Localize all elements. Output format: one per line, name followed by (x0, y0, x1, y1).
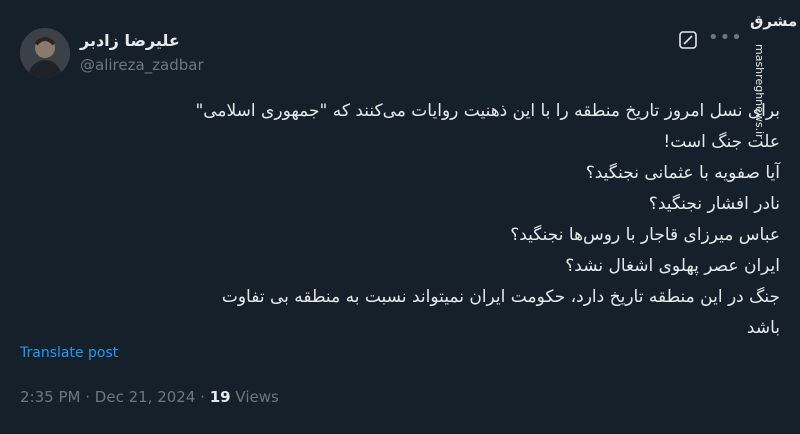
post-line: نادر افشار نجنگید؟ (648, 194, 780, 214)
post-line: جنگ در این منطقه تاریخ دارد، حکومت ایران… (221, 287, 780, 307)
meta-separator: · (200, 388, 205, 406)
post-line: برای نسل امروز تاریخ منطقه را با این ذهن… (195, 101, 780, 121)
post-line: ایران عصر پهلوی اشغال نشد؟ (565, 256, 780, 276)
views-count: 19 (209, 388, 231, 406)
tweet: علیرضا زادبر @alireza_zadbar ••• مشرق ma… (0, 0, 800, 434)
author-handle[interactable]: @alireza_zadbar (80, 56, 204, 74)
post-text: برای نسل امروز تاریخ منطقه را با این ذهن… (195, 96, 780, 344)
post-line: باشد (746, 318, 780, 338)
translate-post-link[interactable]: Translate post (20, 345, 118, 361)
author-name[interactable]: علیرضا زادبر (80, 31, 180, 50)
post-line: آیا صفویه با عثمانی نجنگید؟ (585, 163, 780, 183)
more-icon[interactable]: ••• (708, 28, 742, 48)
grok-icon[interactable] (678, 30, 698, 50)
views-label: Views (235, 388, 279, 406)
post-line: علت جنگ است! (663, 132, 780, 152)
post-time[interactable]: 2:35 PM (20, 388, 80, 406)
avatar[interactable] (20, 28, 70, 78)
post-meta: 2:35 PM · Dec 21, 2024 · 19 Views (20, 388, 279, 406)
watermark-logo: مشرق (750, 12, 798, 30)
meta-separator: · (85, 388, 91, 406)
post-date[interactable]: Dec 21, 2024 (95, 388, 196, 406)
post-line: عباس میرزای قاجار با روس‌ها نجنگید؟ (510, 225, 780, 245)
